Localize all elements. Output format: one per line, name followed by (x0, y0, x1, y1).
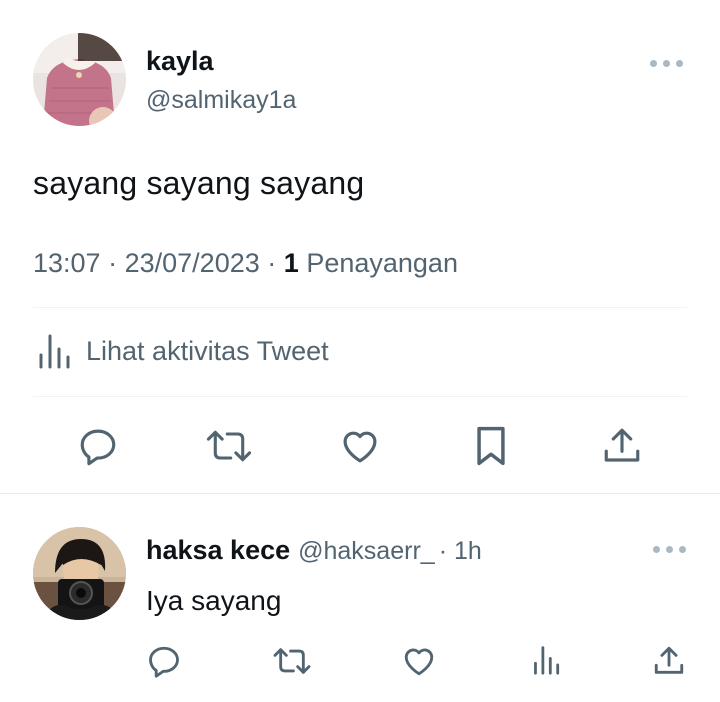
more-dot (666, 546, 673, 553)
meta-separator: · (267, 248, 277, 278)
retweet-icon (273, 648, 311, 674)
share-icon (654, 646, 684, 674)
heart-icon (404, 648, 434, 676)
reply-share-button[interactable] (652, 643, 686, 679)
divider (33, 307, 687, 308)
reply-like-button[interactable] (401, 643, 437, 679)
view-activity-label: Lihat aktivitas Tweet (86, 335, 329, 366)
reply-reply-button[interactable] (146, 643, 182, 679)
author-name[interactable]: kayla (146, 46, 214, 77)
reply-button[interactable] (77, 425, 119, 467)
bookmark-icon (477, 426, 505, 466)
reply-author-avatar[interactable] (33, 527, 126, 620)
more-dot (676, 60, 683, 67)
reply-time[interactable]: · 1h (439, 537, 482, 566)
more-dot (663, 60, 670, 67)
author-avatar[interactable] (33, 33, 126, 126)
reply-more-options-button[interactable] (653, 546, 686, 553)
tweet-meta: 13:07 · 23/07/2023 · 1 Penayangan (33, 248, 458, 279)
reply-author-handle[interactable]: @haksaerr_ (298, 537, 435, 566)
comment-icon (149, 646, 179, 678)
analytics-icon (38, 333, 72, 369)
more-options-button[interactable] (650, 60, 683, 67)
share-icon (604, 428, 640, 462)
tweet-text: sayang sayang sayang (33, 165, 365, 201)
reply-author-name[interactable]: haksa kece (146, 535, 290, 566)
like-button[interactable] (338, 425, 382, 467)
views-count: 1 (283, 248, 299, 278)
author-handle[interactable]: @salmikay1a (146, 86, 296, 115)
comment-icon (80, 429, 116, 466)
view-activity-link[interactable]: Lihat aktivitas Tweet (38, 333, 329, 369)
bookmark-button[interactable] (472, 424, 510, 468)
more-dot (679, 546, 686, 553)
reply-retweet-button[interactable] (272, 644, 312, 678)
section-divider (0, 493, 720, 494)
tweet-date[interactable]: 23/07/2023 (125, 248, 260, 278)
tweet-time[interactable]: 13:07 (33, 248, 101, 278)
more-horizontal-icon (653, 546, 660, 553)
meta-separator: · (108, 248, 118, 278)
more-horizontal-icon (650, 60, 657, 67)
divider (33, 396, 687, 397)
reply-text: Iya sayang (146, 585, 282, 616)
retweet-icon (206, 430, 252, 462)
retweet-button[interactable] (205, 425, 253, 467)
reply-header: haksa kece @haksaerr_ · 1h (146, 535, 482, 566)
views-label: Penayangan (306, 248, 458, 278)
share-button[interactable] (601, 424, 643, 468)
analytics-icon (534, 646, 560, 675)
heart-icon (343, 431, 377, 463)
reply-analytics-button[interactable] (533, 645, 561, 675)
